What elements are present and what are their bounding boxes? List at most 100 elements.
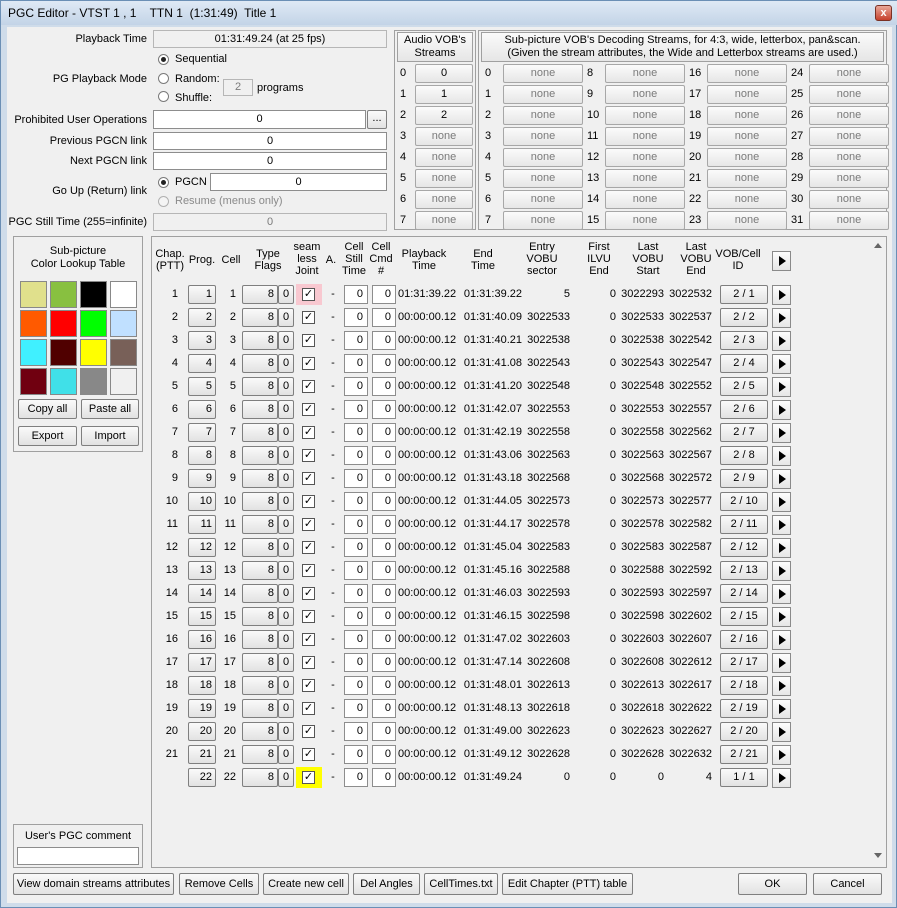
subpicture-stream-1-button[interactable]: none — [503, 85, 583, 104]
go-up-field[interactable]: 0 — [210, 173, 387, 191]
clut-color-swatch[interactable] — [20, 281, 47, 308]
clut-color-swatch[interactable] — [110, 339, 137, 366]
type-flags-button[interactable]: 8 — [242, 561, 278, 580]
cell-still-time-field[interactable]: 0 — [344, 722, 368, 741]
cell-still-time-field[interactable]: 0 — [344, 561, 368, 580]
flags-button[interactable]: 0 — [278, 423, 294, 442]
vob-cell-id-button[interactable]: 2 / 3 — [720, 331, 768, 350]
prohibited-ops-browse-button[interactable]: ... — [367, 110, 387, 129]
vob-cell-id-button[interactable]: 2 / 1 — [720, 285, 768, 304]
flags-button[interactable]: 0 — [278, 377, 294, 396]
row-play-button[interactable] — [772, 745, 791, 765]
program-number-button[interactable]: 19 — [188, 699, 216, 718]
row-play-button[interactable] — [772, 308, 791, 328]
type-flags-button[interactable]: 8 — [242, 400, 278, 419]
sequential-radio[interactable] — [158, 54, 169, 65]
vob-cell-id-button[interactable]: 2 / 19 — [720, 699, 768, 718]
subpicture-stream-9-button[interactable]: none — [605, 85, 685, 104]
flags-button[interactable]: 0 — [278, 630, 294, 649]
flags-button[interactable]: 0 — [278, 285, 294, 304]
cell-command-field[interactable]: 0 — [372, 492, 396, 511]
vob-cell-id-button[interactable]: 2 / 15 — [720, 607, 768, 626]
table-scrollbar[interactable] — [870, 237, 886, 867]
cell-command-field[interactable]: 0 — [372, 515, 396, 534]
del-angles-button[interactable]: Del Angles — [353, 873, 420, 895]
type-flags-button[interactable]: 8 — [242, 331, 278, 350]
cell-command-field[interactable]: 0 — [372, 768, 396, 787]
row-play-button[interactable] — [772, 285, 791, 305]
vob-cell-id-button[interactable]: 2 / 16 — [720, 630, 768, 649]
cell-still-time-field[interactable]: 0 — [344, 308, 368, 327]
cell-command-field[interactable]: 0 — [372, 377, 396, 396]
cancel-button[interactable]: Cancel — [813, 873, 882, 895]
cell-command-field[interactable]: 0 — [372, 285, 396, 304]
vob-cell-id-button[interactable]: 2 / 5 — [720, 377, 768, 396]
seamless-checkbox[interactable]: ✓ — [302, 702, 315, 715]
seamless-checkbox[interactable]: ✓ — [302, 334, 315, 347]
row-play-button[interactable] — [772, 722, 791, 742]
cell-command-field[interactable]: 0 — [372, 469, 396, 488]
flags-button[interactable]: 0 — [278, 308, 294, 327]
vob-cell-id-button[interactable]: 2 / 12 — [720, 538, 768, 557]
type-flags-button[interactable]: 8 — [242, 607, 278, 626]
cell-still-time-field[interactable]: 0 — [344, 607, 368, 626]
program-number-button[interactable]: 8 — [188, 446, 216, 465]
clut-color-swatch[interactable] — [50, 368, 77, 395]
subpicture-stream-31-button[interactable]: none — [809, 211, 889, 230]
flags-button[interactable]: 0 — [278, 561, 294, 580]
shuffle-radio[interactable] — [158, 91, 169, 102]
row-play-button[interactable] — [772, 584, 791, 604]
flags-button[interactable]: 0 — [278, 653, 294, 672]
cell-still-time-field[interactable]: 0 — [344, 446, 368, 465]
row-play-button[interactable] — [772, 469, 791, 489]
clut-color-swatch[interactable] — [80, 368, 107, 395]
seamless-checkbox[interactable]: ✓ — [302, 380, 315, 393]
vob-cell-id-button[interactable]: 2 / 2 — [720, 308, 768, 327]
row-play-button[interactable] — [772, 331, 791, 351]
row-play-button[interactable] — [772, 538, 791, 558]
subpicture-stream-3-button[interactable]: none — [503, 127, 583, 146]
seamless-checkbox[interactable]: ✓ — [302, 771, 315, 784]
subpicture-stream-0-button[interactable]: none — [503, 64, 583, 83]
flags-button[interactable]: 0 — [278, 584, 294, 603]
prohibited-ops-field[interactable]: 0 — [153, 110, 366, 129]
program-number-button[interactable]: 6 — [188, 400, 216, 419]
program-number-button[interactable]: 4 — [188, 354, 216, 373]
program-number-button[interactable]: 17 — [188, 653, 216, 672]
audio-stream-3-button[interactable]: none — [415, 127, 473, 146]
pgcn-radio[interactable] — [158, 177, 169, 188]
vob-cell-id-button[interactable]: 2 / 14 — [720, 584, 768, 603]
flags-button[interactable]: 0 — [278, 446, 294, 465]
row-play-button[interactable] — [772, 377, 791, 397]
row-play-button[interactable] — [772, 561, 791, 581]
type-flags-button[interactable]: 8 — [242, 492, 278, 511]
cell-still-time-field[interactable]: 0 — [344, 377, 368, 396]
cell-still-time-field[interactable]: 0 — [344, 768, 368, 787]
row-play-button[interactable] — [772, 630, 791, 650]
subpicture-stream-10-button[interactable]: none — [605, 106, 685, 125]
seamless-checkbox[interactable]: ✓ — [302, 587, 315, 600]
paste-all-button[interactable]: Paste all — [81, 399, 139, 419]
audio-stream-0-button[interactable]: 0 — [415, 64, 473, 83]
flags-button[interactable]: 0 — [278, 400, 294, 419]
flags-button[interactable]: 0 — [278, 469, 294, 488]
vob-cell-id-button[interactable]: 2 / 20 — [720, 722, 768, 741]
seamless-checkbox[interactable]: ✓ — [302, 449, 315, 462]
program-number-button[interactable]: 13 — [188, 561, 216, 580]
seamless-checkbox[interactable]: ✓ — [302, 426, 315, 439]
seamless-checkbox[interactable]: ✓ — [302, 472, 315, 485]
cell-command-field[interactable]: 0 — [372, 400, 396, 419]
flags-button[interactable]: 0 — [278, 676, 294, 695]
scroll-down-icon[interactable] — [874, 853, 882, 858]
copy-all-button[interactable]: Copy all — [18, 399, 77, 419]
subpicture-stream-12-button[interactable]: none — [605, 148, 685, 167]
cell-command-field[interactable]: 0 — [372, 630, 396, 649]
cell-still-time-field[interactable]: 0 — [344, 745, 368, 764]
flags-button[interactable]: 0 — [278, 492, 294, 511]
cell-command-field[interactable]: 0 — [372, 676, 396, 695]
clut-color-swatch[interactable] — [20, 339, 47, 366]
type-flags-button[interactable]: 8 — [242, 722, 278, 741]
create-new-cell-button[interactable]: Create new cell — [263, 873, 349, 895]
audio-stream-1-button[interactable]: 1 — [415, 85, 473, 104]
row-play-button[interactable] — [772, 400, 791, 420]
